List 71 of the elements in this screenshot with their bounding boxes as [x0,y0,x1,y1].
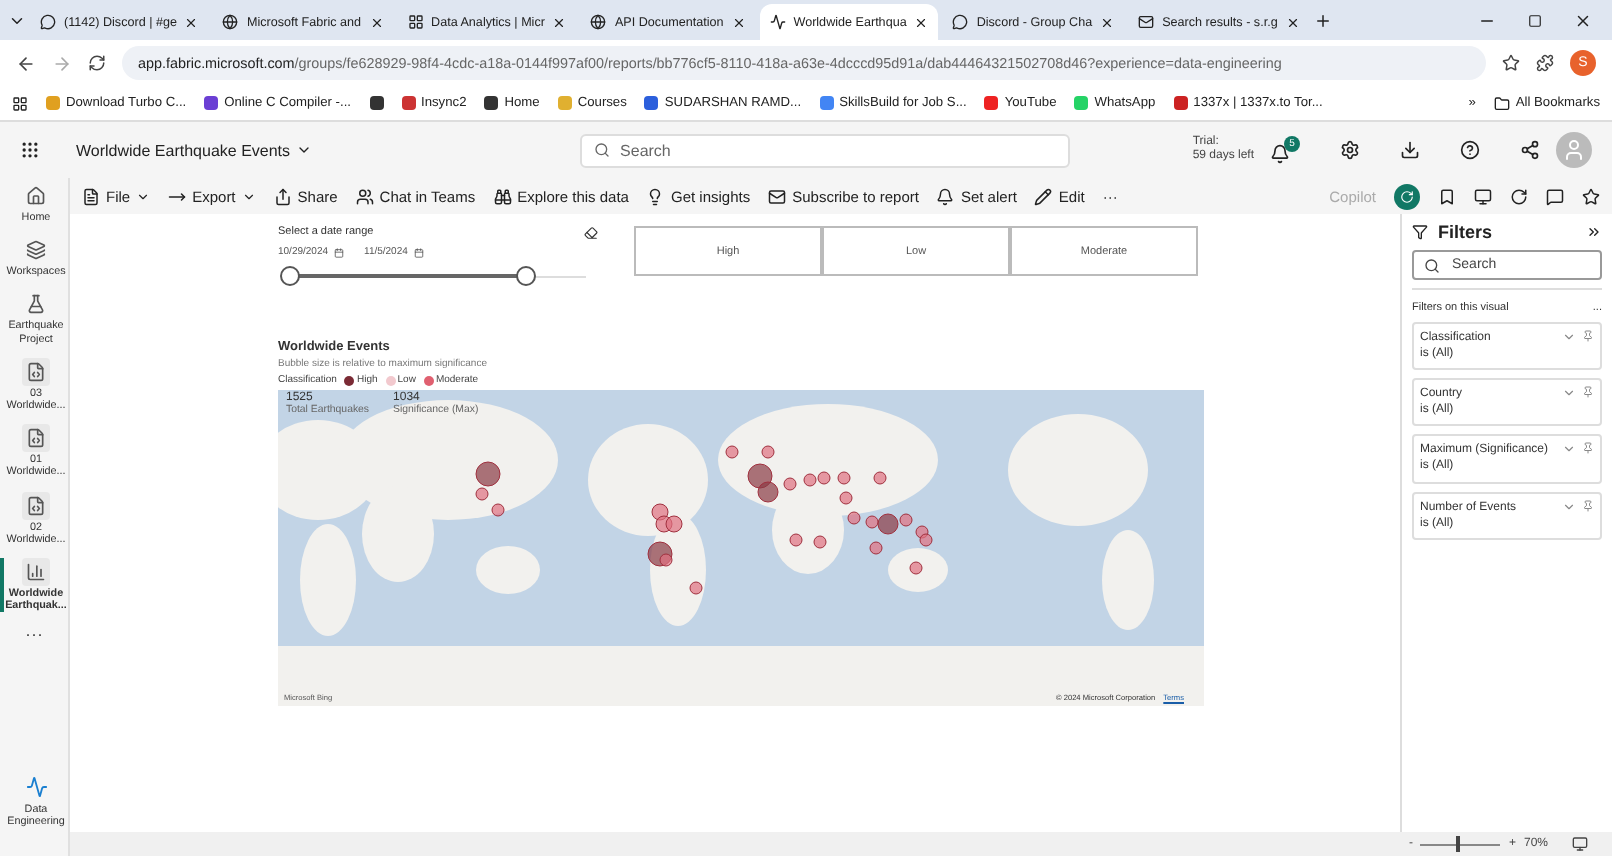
zoom-slider[interactable] [1420,836,1501,852]
bookmark-icon[interactable] [369,96,384,110]
reload-icon[interactable] [1510,187,1528,205]
share-icon[interactable] [1520,140,1540,160]
search-icon [1424,257,1440,273]
report-title[interactable]: Worldwide Earthquake Events [76,141,313,159]
eraser-icon[interactable] [584,226,598,240]
calendar-icon [413,247,424,257]
collapse-icon[interactable] [1586,224,1602,240]
bell-icon [936,187,955,205]
chevron-icon [296,142,313,158]
star-icon[interactable] [1502,54,1520,72]
pin-icon[interactable] [1582,442,1594,455]
help-icon[interactable] [1460,140,1480,160]
close-icon[interactable] [1100,15,1115,29]
bookmark-icon[interactable] [1438,187,1456,205]
globe-icon [590,14,607,30]
close-icon[interactable] [1285,15,1300,29]
mail-icon [1138,14,1155,30]
pin-icon[interactable] [1582,386,1594,399]
folder-icon [1493,95,1510,111]
grid-icon [407,14,424,30]
puzzle-icon[interactable] [1536,54,1554,72]
close-icon[interactable] [369,15,384,29]
pane-title: Filters [1438,222,1493,242]
app-launcher-icon[interactable] [20,140,40,160]
bell-icon[interactable] [1270,144,1290,164]
close-icon[interactable] [914,15,929,29]
refresh-icon[interactable] [1400,189,1414,203]
refresh-button[interactable] [1394,183,1420,209]
people-icon [355,187,374,205]
layers-icon [22,236,50,265]
pin-icon[interactable] [1582,499,1594,512]
comment-icon[interactable] [1546,187,1564,205]
close-icon[interactable] [552,15,567,29]
bar-chart-icon [22,558,50,587]
code-file-icon [22,491,50,520]
back-icon[interactable] [16,53,36,73]
filter-icon [1412,224,1428,240]
wave-icon [769,14,786,30]
more-button[interactable]: ··· [25,624,43,645]
new-tab-icon[interactable] [1313,11,1332,29]
pin-icon[interactable] [1582,330,1594,342]
globe-icon [222,14,239,30]
document-icon [82,187,100,205]
share-icon [273,187,292,205]
chat-bubble-icon [952,14,969,30]
settings-icon[interactable] [1340,140,1360,160]
apps-icon[interactable] [12,95,28,111]
monitor-icon[interactable] [1474,187,1492,205]
mail-icon [768,187,787,205]
code-file-icon [22,424,50,453]
close-icon[interactable] [184,15,199,29]
search-icon [594,142,611,158]
close-icon[interactable] [1574,11,1592,29]
lightbulb-icon [646,187,665,205]
search-field[interactable]: Search [580,133,1071,167]
calendar-icon [334,247,345,257]
download-icon[interactable] [1400,140,1420,160]
monitor-icon[interactable] [1572,836,1588,852]
close-icon[interactable] [731,15,746,29]
chat-bubble-icon [40,14,56,30]
binoculars-icon [493,187,512,205]
wave-icon [22,773,50,802]
maximize-icon[interactable] [1528,13,1542,27]
reload-icon[interactable] [88,54,106,72]
home-icon [22,182,50,210]
code-file-icon [22,357,50,386]
arrow-icon [168,187,187,205]
pencil-icon [1034,187,1053,205]
star-icon[interactable] [1582,187,1600,205]
